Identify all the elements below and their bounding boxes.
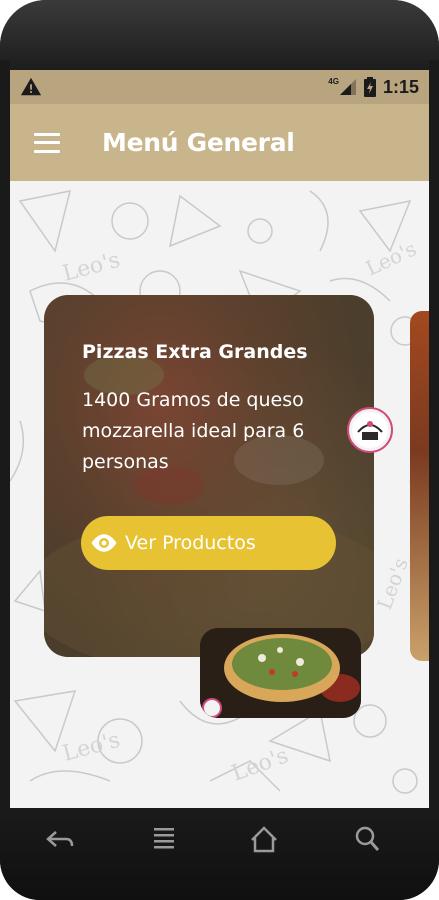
screen: 4G 1:15 Menú General Leo's Leo's Leo's L… — [10, 70, 429, 808]
home-icon[interactable] — [246, 824, 282, 854]
app-bar: Menú General — [10, 104, 429, 181]
svg-text:Leo's: Leo's — [372, 555, 413, 613]
brand-logo-icon — [352, 412, 388, 448]
eye-icon — [91, 534, 117, 552]
battery-icon — [363, 77, 376, 97]
category-card[interactable]: Pizzas Extra Grandes 1400 Gramos de ques… — [44, 295, 374, 657]
svg-text:Leo's: Leo's — [362, 236, 420, 280]
menu-icon[interactable] — [146, 824, 182, 854]
page-title: Menú General — [102, 128, 295, 157]
phone-side-right — [429, 60, 439, 820]
card-title: Pizzas Extra Grandes — [82, 341, 308, 363]
svg-text:Leo's: Leo's — [60, 728, 123, 767]
warning-icon — [20, 77, 42, 96]
status-right: 4G 1:15 — [328, 77, 419, 98]
pizza-thumbnail-image — [200, 628, 361, 718]
brand-logo-badge — [347, 407, 393, 453]
status-time: 1:15 — [382, 76, 419, 97]
hamburger-menu-icon[interactable] — [34, 132, 60, 153]
phone-frame: 4G 1:15 Menú General Leo's Leo's Leo's L… — [0, 0, 439, 900]
phone-side-left — [0, 60, 10, 820]
view-products-button[interactable]: Ver Productos — [81, 516, 336, 570]
card-description: 1400 Gramos de queso mozzarella ideal pa… — [82, 389, 305, 473]
svg-text:Leo's: Leo's — [60, 248, 123, 287]
svg-text:Leo's: Leo's — [229, 743, 292, 786]
content-area[interactable]: Leo's Leo's Leo's Leo's Leo's Pizzas Ext… — [10, 181, 429, 808]
status-bar: 4G 1:15 — [10, 70, 429, 104]
pizza-image-icon — [200, 628, 361, 718]
signal-icon — [339, 79, 356, 95]
next-card-peek[interactable] — [410, 311, 429, 661]
network-type-label: 4G — [328, 76, 339, 86]
search-icon[interactable] — [350, 824, 386, 854]
phone-top-bezel — [0, 0, 439, 70]
system-navigation-bar — [0, 808, 439, 900]
back-icon[interactable] — [42, 824, 78, 854]
view-products-label: Ver Productos — [125, 532, 256, 554]
